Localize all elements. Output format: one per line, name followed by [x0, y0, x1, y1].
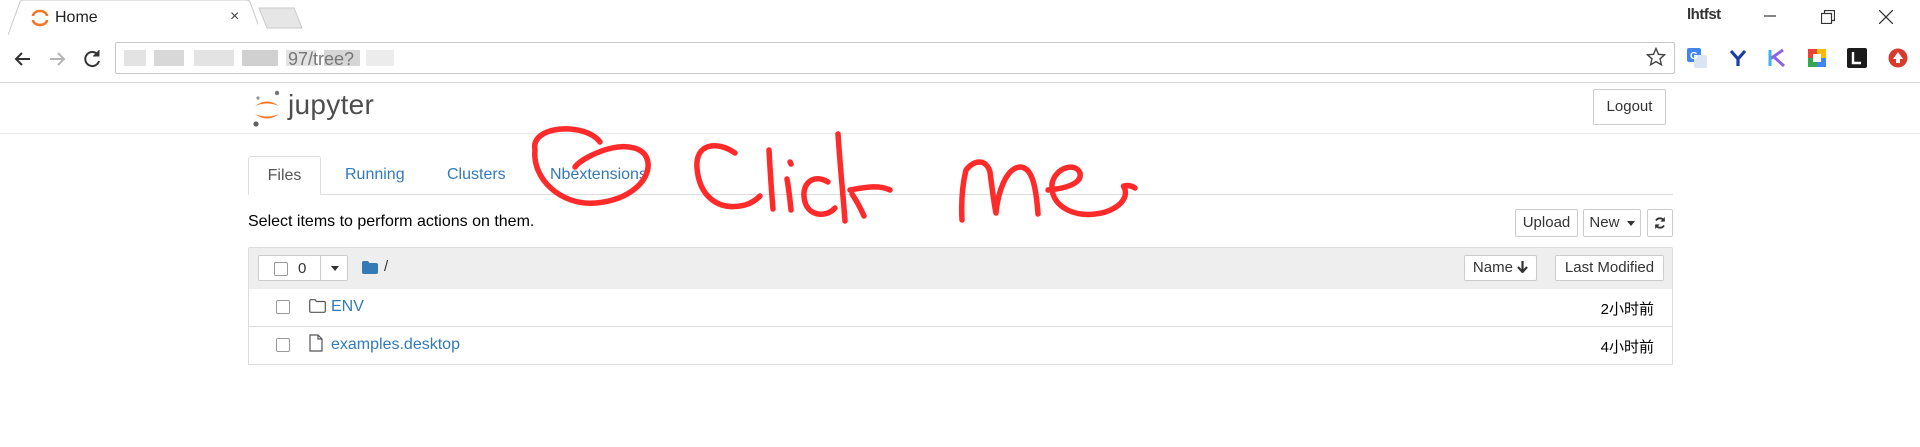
sort-by-name-button[interactable]: Name	[1464, 255, 1537, 281]
item-modified-time: 2小时前	[1600, 301, 1654, 318]
refresh-icon	[1655, 217, 1665, 229]
y-extension-icon[interactable]	[1727, 47, 1749, 69]
selection-hint: Select items to perform actions on them.	[248, 213, 535, 230]
file-list-header: 0 / Name Last Modified	[248, 247, 1673, 290]
svg-text:G: G	[1690, 51, 1698, 62]
selected-count: 0	[298, 260, 307, 277]
reload-icon[interactable]	[79, 46, 105, 72]
new-tab-button[interactable]	[258, 7, 304, 29]
browser-tab-home[interactable]: Home ×	[8, 0, 258, 35]
restore-icon[interactable]	[1805, 6, 1851, 28]
breadcrumb-root[interactable]: /	[384, 258, 388, 275]
k-extension-icon[interactable]	[1766, 47, 1788, 69]
l-extension-icon[interactable]	[1846, 47, 1868, 69]
url-text: 97/tree?	[288, 49, 355, 69]
sort-by-modified-button[interactable]: Last Modified	[1555, 255, 1664, 281]
tab-files[interactable]: Files	[248, 156, 321, 195]
browser-toolbar: 97/tree? G	[0, 35, 1920, 83]
window-close-icon[interactable]	[1863, 6, 1909, 28]
jupyter-logo-icon	[253, 90, 280, 127]
browser-titlebar: Home × lhtfst	[0, 0, 1920, 35]
item-checkbox[interactable]	[276, 338, 290, 352]
new-dropdown-button[interactable]: New	[1583, 209, 1641, 237]
file-icon	[309, 334, 323, 352]
address-bar[interactable]: 97/tree?	[115, 42, 1675, 74]
refresh-button[interactable]	[1647, 209, 1673, 237]
select-dropdown-caret-icon[interactable]	[331, 266, 339, 271]
item-checkbox[interactable]	[276, 300, 290, 314]
bookmark-star-icon[interactable]	[1646, 47, 1666, 67]
select-all-checkbox[interactable]	[274, 262, 288, 276]
jupyter-page: jupyter Logout Files Running Clusters Nb…	[0, 83, 1920, 427]
translate-extension-icon[interactable]: G	[1686, 47, 1708, 69]
jupyter-wordmark[interactable]: jupyter	[288, 89, 374, 121]
blurred-url-segment	[124, 50, 146, 66]
back-icon[interactable]	[10, 46, 36, 72]
tab-title: Home	[55, 9, 98, 26]
profile-name[interactable]: lhtfst	[1687, 6, 1721, 23]
blurred-url-segment	[242, 50, 278, 66]
item-modified-time: 4小时前	[1600, 339, 1654, 356]
item-name-link[interactable]: examples.desktop	[331, 336, 460, 354]
new-button-label: New	[1589, 214, 1620, 231]
caret-down-icon	[1626, 220, 1635, 226]
tab-close-icon[interactable]: ×	[230, 8, 239, 26]
logout-button[interactable]: Logout	[1593, 89, 1666, 125]
cube-extension-icon[interactable]	[1806, 47, 1828, 69]
select-divider	[320, 256, 321, 280]
tab-running[interactable]: Running	[345, 156, 405, 195]
forward-icon[interactable]	[44, 46, 70, 72]
tab-clusters[interactable]: Clusters	[447, 156, 506, 195]
arrow-down-icon	[1517, 261, 1528, 274]
tab-nbextensions[interactable]: Nbextensions	[550, 156, 647, 195]
red-circle-extension-icon[interactable]	[1887, 47, 1909, 69]
header-divider	[0, 133, 1920, 134]
sort-name-label: Name	[1472, 259, 1513, 276]
file-list: 0 / Name Last Modified ENV 2小时前 examples…	[248, 247, 1673, 447]
list-item[interactable]: ENV 2小时前	[248, 289, 1673, 327]
jupyter-favicon-icon	[31, 9, 49, 27]
folder-root-icon[interactable]	[362, 261, 378, 274]
list-item[interactable]: examples.desktop 4小时前	[248, 327, 1673, 365]
blurred-url-segment	[194, 50, 234, 66]
blurred-url-segment	[154, 50, 184, 66]
minimize-icon[interactable]	[1747, 6, 1793, 28]
item-name-link[interactable]: ENV	[331, 298, 364, 316]
upload-button[interactable]: Upload	[1515, 209, 1578, 237]
folder-icon	[309, 299, 326, 313]
select-all-group[interactable]: 0	[258, 255, 348, 281]
blurred-url-segment	[366, 50, 394, 66]
